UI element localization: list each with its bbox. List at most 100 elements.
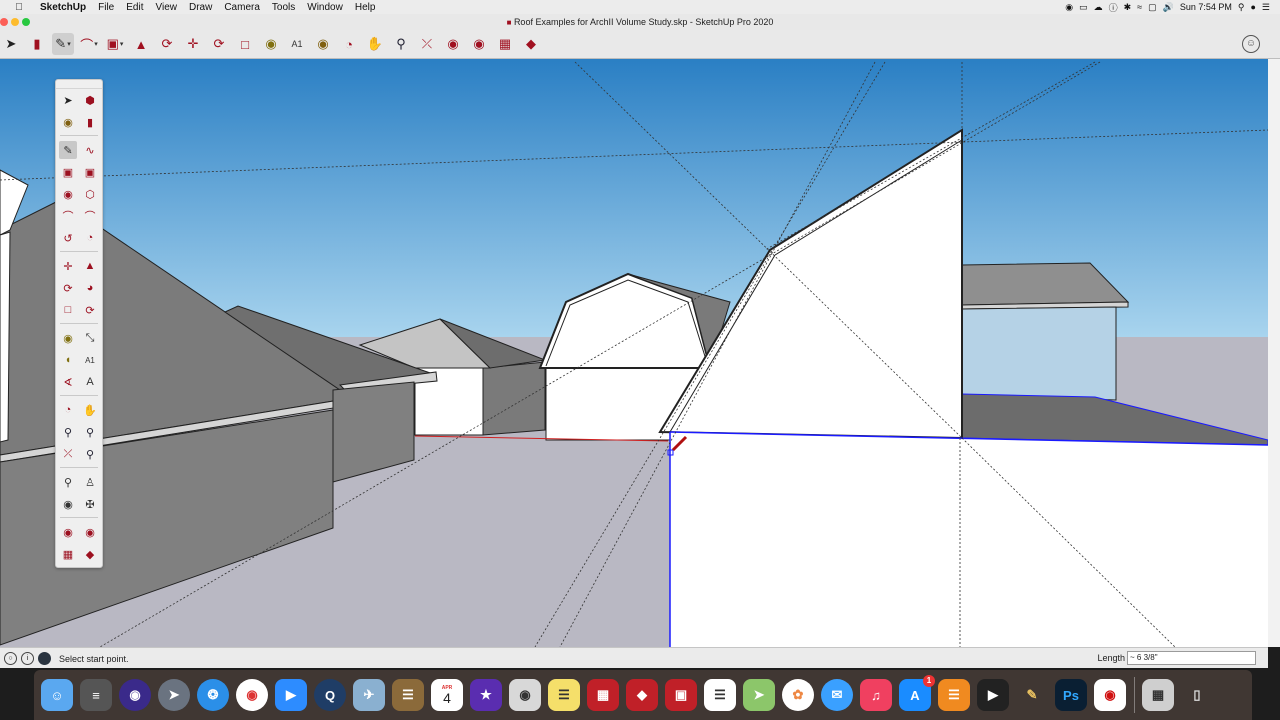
section-plane-icon[interactable]: ✠ (81, 495, 99, 513)
three-point-arc-icon[interactable]: ↺ (59, 229, 77, 247)
extension-warehouse-icon[interactable]: ◉ (81, 523, 99, 541)
paint-bucket-icon[interactable]: ◉ (59, 113, 77, 131)
zoom-icon[interactable]: ⚲ (390, 33, 412, 55)
geo-location-icon[interactable]: ○ (4, 652, 17, 665)
menu-help[interactable]: Help (349, 2, 382, 13)
arc-icon[interactable]: ⌒ ▾ (78, 33, 100, 55)
launchpad-icon[interactable]: ➤ (158, 679, 190, 711)
layout-icon[interactable]: ▦ (494, 33, 516, 55)
display-icon[interactable]: ▢ (1148, 2, 1157, 13)
previous-view-icon[interactable]: ⚲ (81, 445, 99, 463)
polygon-icon[interactable]: ⬡ (81, 185, 99, 203)
user-icon[interactable]: ● (1250, 2, 1255, 12)
accessibility-icon[interactable]: ⓘ (1109, 1, 1118, 14)
measurements-input[interactable]: ~ 6 3/8" (1127, 651, 1256, 665)
rectangle-icon[interactable]: ▣ ▾ (104, 33, 126, 55)
menu-camera[interactable]: Camera (218, 2, 266, 13)
pencil-icon[interactable]: ✎ ▾ (52, 33, 74, 55)
follow-me-icon[interactable]: ◕ (81, 279, 99, 297)
menu-tools[interactable]: Tools (266, 2, 301, 13)
chrome-icon[interactable]: ◉ (236, 679, 268, 711)
pencil-app-icon[interactable]: ✎ (1016, 679, 1048, 711)
sketchup-icon[interactable]: ◆ (626, 679, 658, 711)
menu-view[interactable]: View (149, 2, 183, 13)
line-icon[interactable]: ✎ (59, 141, 77, 159)
dimension-icon[interactable]: ⤡ (81, 329, 99, 347)
two-point-arc-icon[interactable]: ⌒ (81, 207, 99, 225)
eraser-icon[interactable]: ▮ (81, 113, 99, 131)
component-icon[interactable]: ⬢ (81, 91, 99, 109)
ruby-icon[interactable]: ◆ (520, 33, 542, 55)
scale-icon[interactable]: □ (234, 33, 256, 55)
circle-icon[interactable]: ◉ (59, 185, 77, 203)
notes-icon[interactable]: ☰ (548, 679, 580, 711)
select-icon[interactable]: ➤ (59, 91, 77, 109)
ruby-console-icon[interactable]: ◆ (81, 545, 99, 563)
trash-icon[interactable]: ▯ (1181, 679, 1213, 711)
orbit-icon[interactable]: ◔ (59, 401, 77, 419)
info-icon[interactable]: i (21, 652, 34, 665)
3d-text-icon[interactable]: A (81, 373, 99, 391)
downloads-stack-icon[interactable]: ▦ (1142, 679, 1174, 711)
imovie-icon[interactable]: ★ (470, 679, 502, 711)
photoshop-icon[interactable]: Ps (1055, 679, 1087, 711)
record-icon[interactable]: ◉ (1065, 2, 1073, 13)
zoom-icon[interactable]: ⚲ (59, 423, 77, 441)
profile-icon[interactable]: ☺ (1242, 35, 1260, 53)
scale-icon[interactable]: □ (59, 301, 77, 319)
contacts-icon[interactable]: ☰ (392, 679, 424, 711)
look-around-icon[interactable]: ◉ (59, 495, 77, 513)
move-icon[interactable]: ✛ (59, 257, 77, 275)
app-store-icon[interactable]: A1 (899, 675, 935, 711)
instructor-icon[interactable] (38, 652, 51, 665)
protractor-icon[interactable]: ◖ (59, 351, 77, 369)
rotated-rectangle-icon[interactable]: ▣ (81, 163, 99, 181)
clock[interactable]: Sun 7:54 PM (1180, 2, 1232, 12)
bluetooth-icon[interactable]: ✱ (1124, 2, 1132, 13)
menu-edit[interactable]: Edit (120, 2, 149, 13)
style-builder-icon[interactable]: ▣ (665, 679, 697, 711)
close-window-button[interactable] (0, 18, 8, 26)
menu-window[interactable]: Window (301, 2, 349, 13)
zoom-extents-icon[interactable]: ⤫ (416, 33, 438, 55)
creative-cloud-icon[interactable]: ☁ (1094, 2, 1103, 13)
music-icon[interactable]: ♫ (860, 679, 892, 711)
warehouse-icon[interactable]: ◉ (59, 523, 77, 541)
screenshot-icon[interactable]: ◉ (509, 679, 541, 711)
layout-app-icon[interactable]: ▦ (587, 679, 619, 711)
volume-icon[interactable]: 🔊 (1163, 2, 1174, 13)
pie-icon[interactable]: ◔ (81, 229, 99, 247)
tape-measure-icon[interactable]: ◉ (59, 329, 77, 347)
final-cut-icon[interactable]: ▶ (977, 679, 1009, 711)
calendar-icon[interactable]: APR 4 (431, 679, 463, 711)
messages-icon[interactable]: ✉ (821, 679, 853, 711)
text-icon[interactable]: A1 (81, 351, 99, 369)
screen-icon[interactable]: ▭ (1079, 2, 1088, 13)
palette-title-bar[interactable] (56, 80, 102, 89)
tape-measure-icon[interactable]: ◉ (260, 33, 282, 55)
zoom-extents-icon[interactable]: ⤫ (59, 445, 77, 463)
arc-icon[interactable]: ⌒ (59, 207, 77, 225)
extension-warehouse-icon[interactable]: ◉ (468, 33, 490, 55)
rotate-icon[interactable]: ⟳ (208, 33, 230, 55)
notification-center-icon[interactable]: ☰ (1262, 2, 1270, 13)
apple-menu-icon[interactable]:  (12, 2, 26, 13)
siri-icon[interactable]: ◉ (119, 679, 151, 711)
rotate-icon[interactable]: ⟳ (59, 279, 77, 297)
wifi-icon[interactable]: ≈ (1137, 2, 1142, 12)
menu-app-name[interactable]: SketchUp (34, 2, 92, 13)
model-scene[interactable] (0, 59, 1268, 647)
reminders-icon[interactable]: ☰ (704, 679, 736, 711)
orbit-icon[interactable]: ◔ (338, 33, 360, 55)
position-camera-icon[interactable]: ⚲ (59, 473, 77, 491)
preview-icon[interactable]: ✈ (353, 679, 385, 711)
safari-icon[interactable]: ❂ (197, 679, 229, 711)
pan-icon[interactable]: ✋ (81, 401, 99, 419)
zoom-window-icon[interactable]: ⚲ (81, 423, 99, 441)
zoom-app-icon[interactable]: ▶ (275, 679, 307, 711)
freehand-icon[interactable]: ∿ (81, 141, 99, 159)
books-icon[interactable]: ☰ (938, 679, 970, 711)
minimize-window-button[interactable] (11, 18, 19, 26)
spotlight-search-icon[interactable]: ⚲ (1238, 2, 1245, 13)
calculator-icon[interactable]: ≡ (80, 679, 112, 711)
